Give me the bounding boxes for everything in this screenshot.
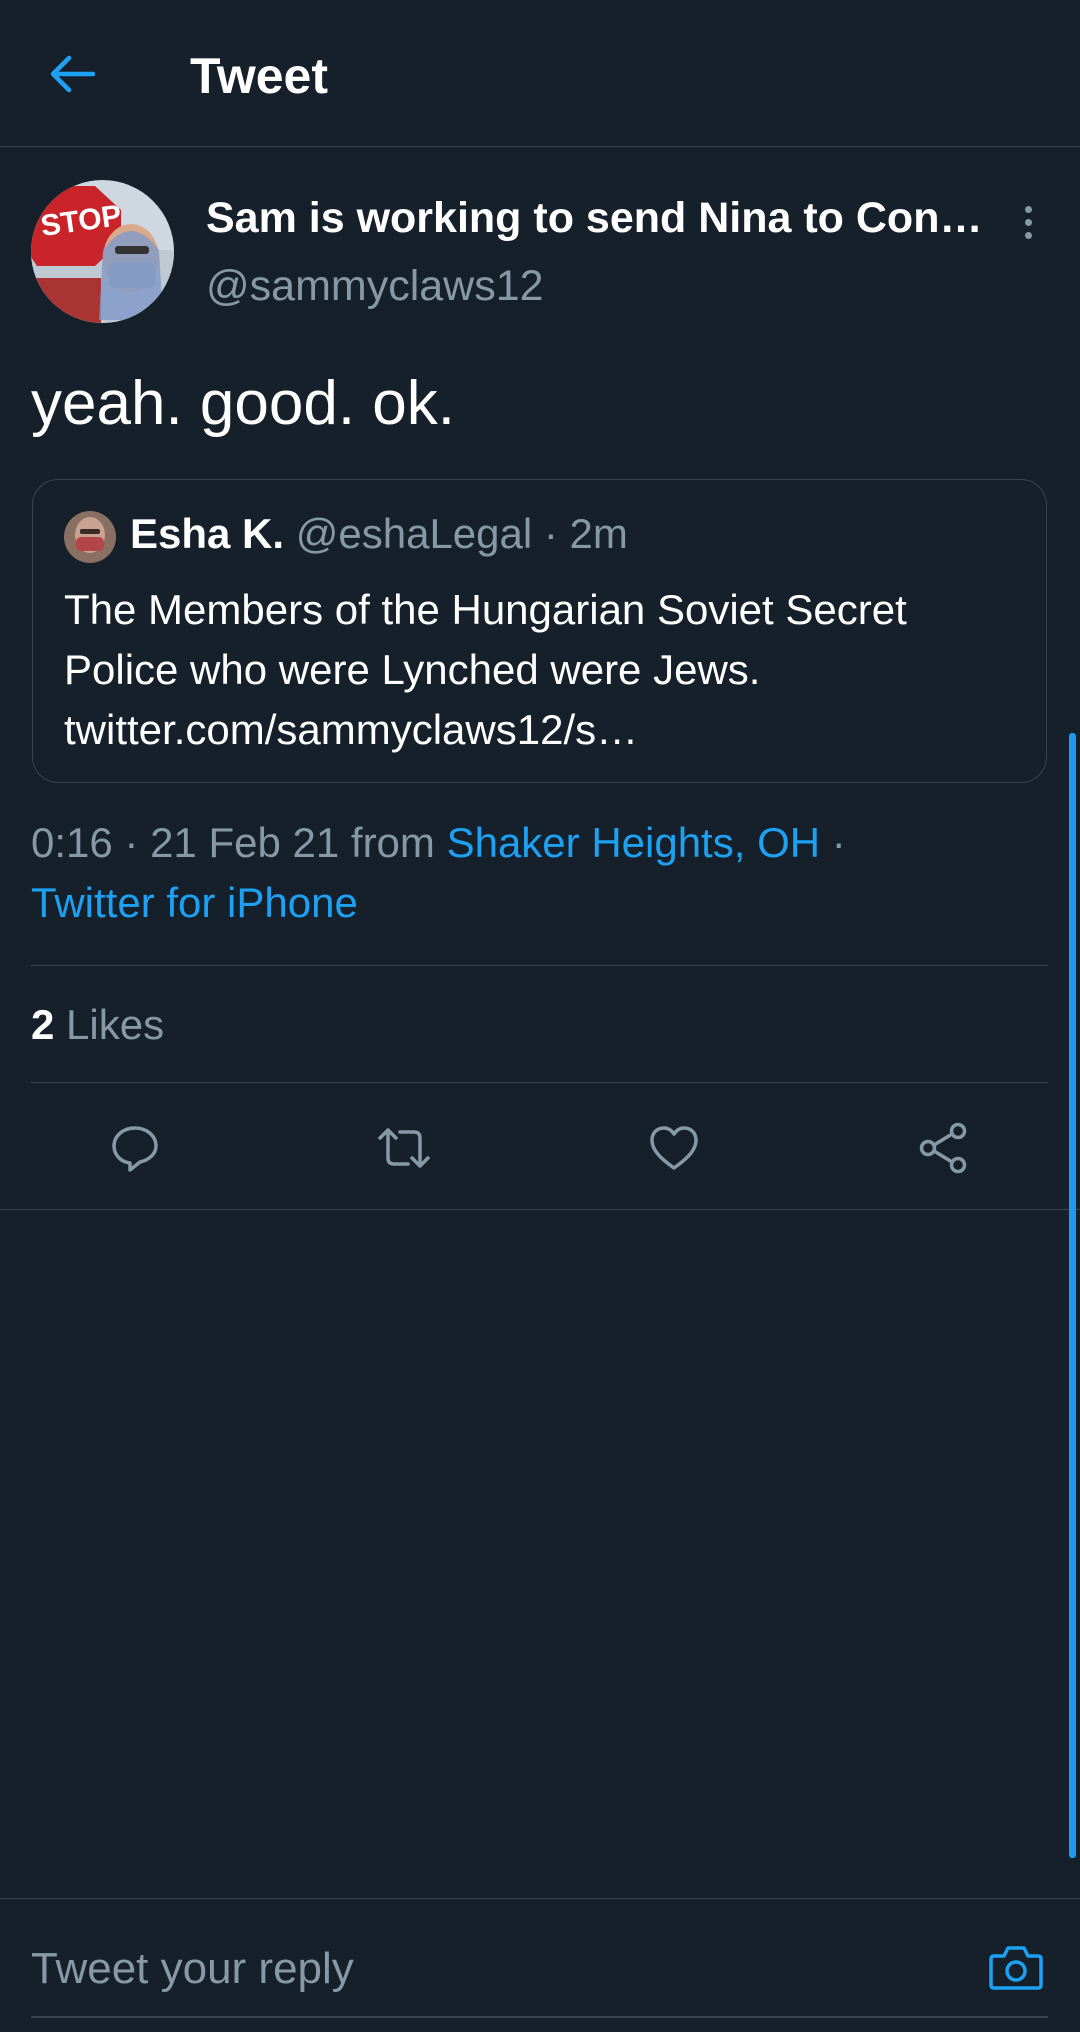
tweet-time: 0:16 (31, 819, 113, 866)
reply-underline (31, 2016, 1048, 2018)
like-icon (650, 1126, 698, 1170)
quote-link[interactable]: twitter.com/sammyclaws12/s… (64, 700, 1014, 760)
like-button[interactable] (642, 1116, 706, 1180)
share-icon (919, 1122, 967, 1174)
scrollbar[interactable] (1069, 733, 1076, 1858)
meta-separator: · (112, 819, 151, 866)
retweet-icon (378, 1128, 430, 1168)
divider (31, 965, 1048, 966)
more-dot (1024, 231, 1032, 239)
reply-icon (112, 1126, 158, 1172)
tweet-date: 21 Feb 21 (150, 819, 340, 866)
arrow-left-icon (50, 55, 95, 93)
quoted-tweet[interactable]: Esha K. @eshaLegal · 2m The Members of t… (32, 479, 1047, 783)
reply-button[interactable] (103, 1116, 167, 1180)
section-divider (0, 1209, 1080, 1210)
reply-input[interactable]: Tweet your reply (31, 1941, 354, 1997)
meta-separator: · (820, 819, 846, 866)
author-display-name[interactable]: Sam is working to send Nina to Con… (206, 192, 986, 244)
more-options-button[interactable] (1010, 198, 1046, 246)
quote-handle: @eshaLegal (295, 510, 533, 557)
camera-icon (989, 1946, 1043, 1990)
avatar[interactable]: STOP (31, 180, 174, 323)
back-button[interactable] (44, 46, 100, 102)
more-dot (1024, 218, 1032, 226)
quote-time: 2m (569, 510, 628, 557)
quote-header: Esha K. @eshaLegal · 2m (130, 508, 628, 560)
likes-count[interactable]: 2 Likes (31, 997, 164, 1053)
more-vertical-icon (1024, 205, 1032, 213)
likes-number: 2 (31, 1001, 55, 1048)
quote-separator: · (532, 510, 570, 557)
tweet-text: yeah. good. ok. (31, 369, 455, 438)
divider (31, 1082, 1048, 1083)
camera-button[interactable] (984, 1937, 1048, 1997)
share-button[interactable] (911, 1116, 975, 1180)
quote-line: Police who were Lynched were Jews. (64, 646, 761, 693)
quote-display-name: Esha K. (130, 510, 285, 557)
quote-line: The Members of the Hungarian Soviet Secr… (64, 586, 907, 633)
author-handle[interactable]: @sammyclaws12 (206, 260, 544, 312)
quote-text: The Members of the Hungarian Soviet Secr… (64, 580, 1014, 760)
location-link[interactable]: Shaker Heights, OH (447, 819, 821, 866)
source-link[interactable]: Twitter for iPhone (31, 879, 358, 926)
meta-from: from (339, 819, 447, 866)
tweet-metadata: 0:16 · 21 Feb 21 from Shaker Heights, OH… (31, 813, 1051, 933)
quote-avatar[interactable] (64, 511, 116, 563)
page-title: Tweet (190, 48, 328, 104)
reply-bar: Tweet your reply (0, 1898, 1080, 2032)
top-app-bar: Tweet (0, 0, 1080, 147)
retweet-button[interactable] (372, 1116, 436, 1180)
likes-label: Likes (54, 1001, 165, 1048)
